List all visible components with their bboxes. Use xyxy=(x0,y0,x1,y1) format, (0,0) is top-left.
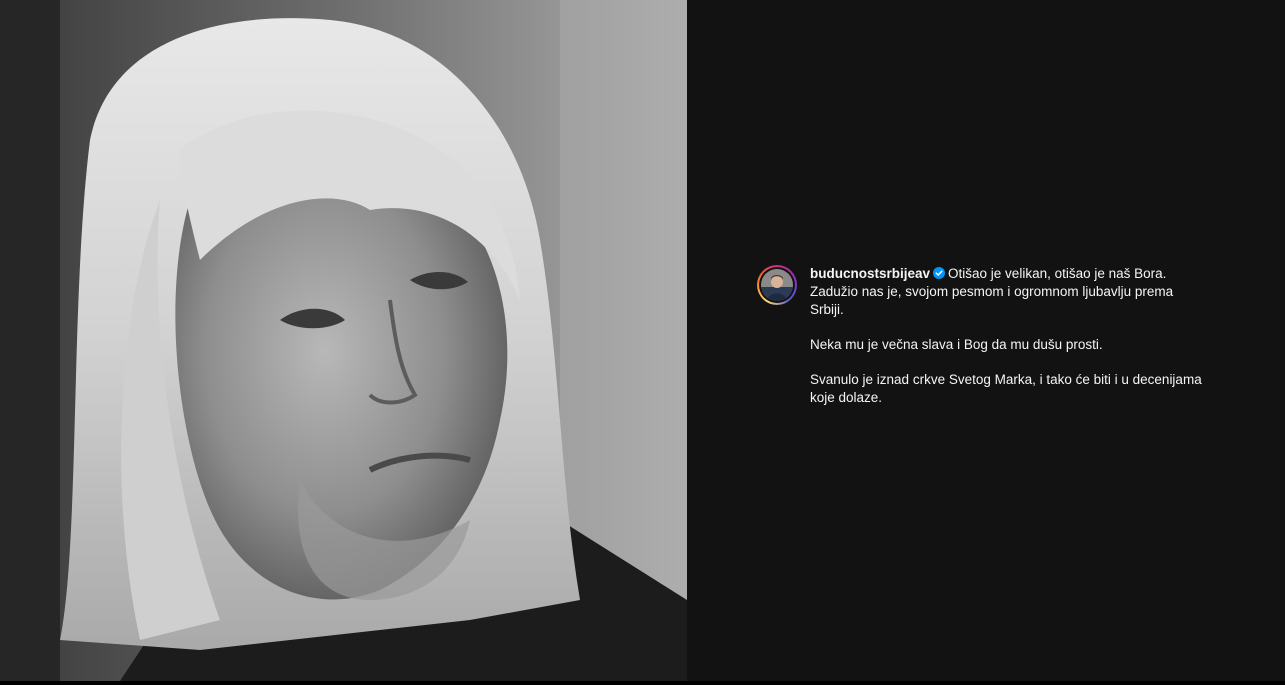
caption-comment: buducnostsrbijeav Otišao je velikan, otiš… xyxy=(757,265,1217,407)
portrait-image xyxy=(0,0,687,681)
profile-avatar-icon[interactable] xyxy=(761,269,793,301)
caption-paragraph-3: Svanulo je iznad crkve Svetog Marka, i t… xyxy=(810,372,1202,405)
caption-text: buducnostsrbijeav Otišao je velikan, otiš… xyxy=(810,265,1210,407)
caption-paragraph-1: buducnostsrbijeav Otišao je velikan, otiš… xyxy=(810,265,1210,319)
caption-panel: buducnostsrbijeav Otišao je velikan, otiš… xyxy=(687,0,1285,681)
post-viewer: buducnostsrbijeav Otišao je velikan, otiš… xyxy=(0,0,1285,685)
caption-paragraph-2: Neka mu je večna slava i Bog da mu dušu … xyxy=(810,337,1103,352)
avatar-border xyxy=(759,267,795,303)
story-ring[interactable] xyxy=(757,265,797,305)
verified-badge-icon xyxy=(933,267,946,279)
author-username[interactable]: buducnostsrbijeav xyxy=(810,266,930,281)
bottom-edge xyxy=(0,681,1285,685)
post-photo[interactable] xyxy=(0,0,687,681)
